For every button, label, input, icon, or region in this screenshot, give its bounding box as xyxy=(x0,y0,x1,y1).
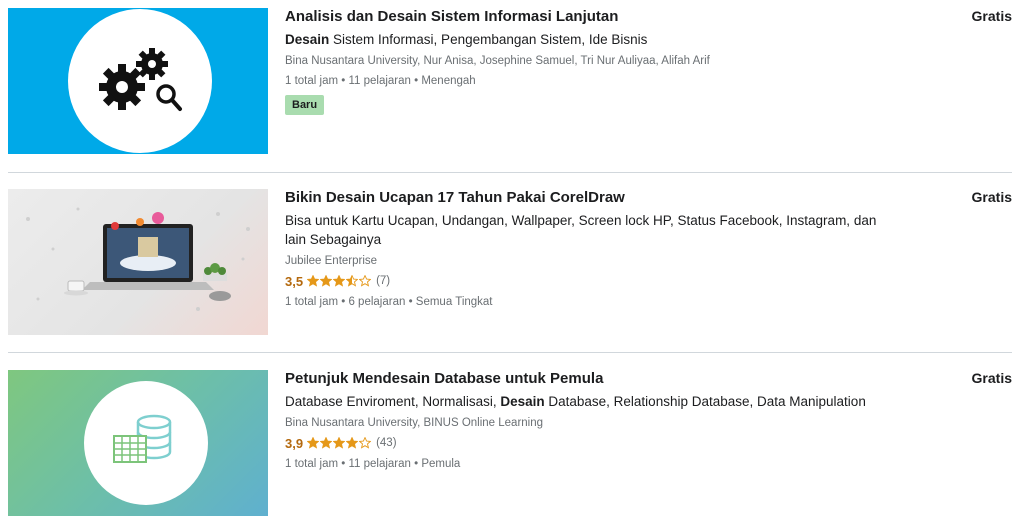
rating-stars xyxy=(307,275,372,287)
laptop-mockup-icon xyxy=(26,207,250,311)
star-empty-icon xyxy=(359,275,372,287)
rating-count: (43) xyxy=(376,437,397,449)
star-empty-icon xyxy=(359,437,372,449)
course-title[interactable]: Petunjuk Mendesain Database untuk Pemula xyxy=(285,370,895,388)
course-info: Analisis dan Desain Sistem Informasi Lan… xyxy=(285,8,895,115)
new-badge: Baru xyxy=(285,95,325,115)
course-card[interactable]: Analisis dan Desain Sistem Informasi Lan… xyxy=(0,8,1032,154)
divider xyxy=(8,352,1012,353)
course-list: Analisis dan Desain Sistem Informasi Lan… xyxy=(0,0,1032,523)
course-instructors: Bina Nusantara University, BINUS Online … xyxy=(285,417,544,429)
course-headline: Bisa untuk Kartu Ucapan, Undangan, Wallp… xyxy=(285,213,877,247)
course-info: Bikin Desain Ucapan 17 Tahun Pakai Corel… xyxy=(285,189,895,310)
course-rating: 3,9 (43) xyxy=(285,434,895,452)
course-title[interactable]: Bikin Desain Ucapan 17 Tahun Pakai Corel… xyxy=(285,189,895,207)
course-headline: Database Enviroment, Normalisasi, Desain… xyxy=(285,394,866,409)
star-half-icon xyxy=(346,275,359,287)
course-price: Gratis xyxy=(971,8,1012,24)
rating-stars xyxy=(307,437,372,449)
gears-search-icon xyxy=(68,9,212,153)
star-full-icon xyxy=(346,437,359,449)
course-thumbnail[interactable] xyxy=(8,189,268,335)
course-instructors: Bina Nusantara University, Nur Anisa, Jo… xyxy=(285,55,710,67)
course-meta: 1 total jam • 11 pelajaran • Pemula xyxy=(285,458,461,470)
course-price: Gratis xyxy=(971,189,1012,205)
star-full-icon xyxy=(307,437,320,449)
database-table-icon xyxy=(84,381,208,505)
star-full-icon xyxy=(333,437,346,449)
star-full-icon xyxy=(320,437,333,449)
course-meta: 1 total jam • 11 pelajaran • Menengah xyxy=(285,75,476,87)
rating-number: 3,5 xyxy=(285,273,304,289)
rating-count: (7) xyxy=(376,275,391,287)
course-card[interactable]: Petunjuk Mendesain Database untuk Pemula… xyxy=(0,370,1032,516)
rating-number: 3,9 xyxy=(285,435,304,451)
course-instructors: Jubilee Enterprise xyxy=(285,255,378,267)
course-meta: 1 total jam • 6 pelajaran • Semua Tingka… xyxy=(285,296,493,308)
star-full-icon xyxy=(320,275,333,287)
divider xyxy=(8,172,1012,173)
course-title[interactable]: Analisis dan Desain Sistem Informasi Lan… xyxy=(285,8,895,26)
star-full-icon xyxy=(333,275,346,287)
course-thumbnail[interactable] xyxy=(8,370,268,516)
star-full-icon xyxy=(307,275,320,287)
course-headline: Desain Sistem Informasi, Pengembangan Si… xyxy=(285,32,648,47)
course-price: Gratis xyxy=(971,370,1012,386)
course-thumbnail[interactable] xyxy=(8,8,268,154)
course-card[interactable]: Bikin Desain Ucapan 17 Tahun Pakai Corel… xyxy=(0,189,1032,335)
course-rating: 3,5 (7) xyxy=(285,272,895,290)
course-info: Petunjuk Mendesain Database untuk Pemula… xyxy=(285,370,895,472)
